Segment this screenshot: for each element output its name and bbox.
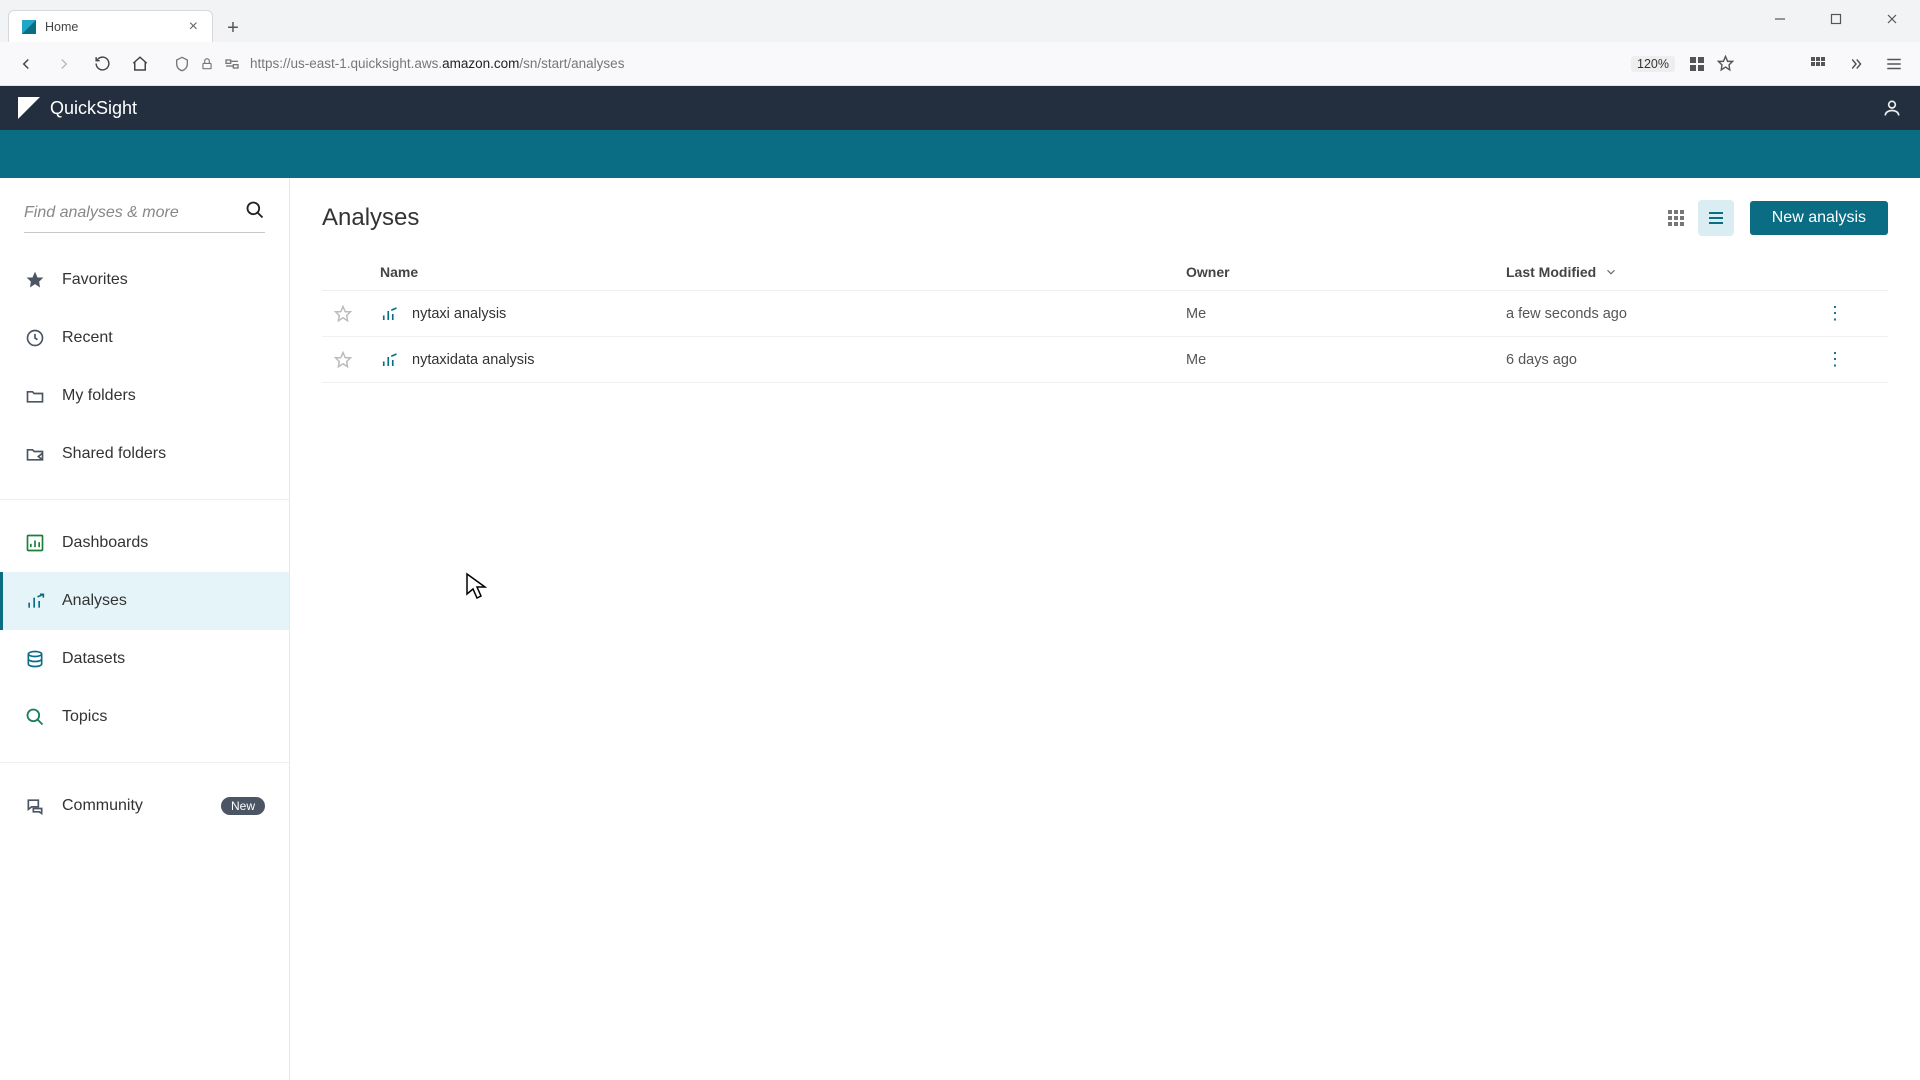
community-icon bbox=[24, 795, 46, 817]
window-maximize-button[interactable] bbox=[1808, 0, 1864, 38]
favorite-toggle-icon[interactable] bbox=[334, 351, 380, 369]
extensions-icon[interactable] bbox=[1804, 50, 1832, 78]
nav-back-button[interactable] bbox=[12, 50, 40, 78]
datasets-icon bbox=[24, 648, 46, 670]
sidebar-item-label: Community bbox=[62, 797, 205, 815]
shield-icon bbox=[174, 56, 190, 72]
topics-icon bbox=[24, 706, 46, 728]
column-header-owner[interactable]: Owner bbox=[1186, 264, 1506, 280]
row-actions-menu-icon[interactable]: ⋮ bbox=[1826, 349, 1844, 369]
sidebar-item-recent[interactable]: Recent bbox=[0, 309, 289, 367]
sidebar-item-shared-folders[interactable]: Shared folders bbox=[0, 425, 289, 483]
new-tab-button[interactable]: + bbox=[219, 14, 247, 42]
favorite-toggle-icon[interactable] bbox=[334, 305, 380, 323]
list-view-button[interactable] bbox=[1698, 200, 1734, 236]
column-header-modified[interactable]: Last Modified bbox=[1506, 264, 1826, 280]
url-bar[interactable]: https://us-east-1.quicksight.aws.amazon.… bbox=[164, 48, 1744, 80]
nav-forward-button[interactable] bbox=[50, 50, 78, 78]
browser-tab[interactable]: Home × bbox=[8, 10, 213, 42]
page-title: Analyses bbox=[322, 204, 419, 232]
shared-folder-icon bbox=[24, 443, 46, 465]
hamburger-menu-icon[interactable] bbox=[1880, 50, 1908, 78]
window-close-button[interactable] bbox=[1864, 0, 1920, 38]
grid-view-button[interactable] bbox=[1658, 200, 1694, 236]
analysis-name: nytaxi analysis bbox=[412, 306, 506, 322]
user-profile-icon[interactable] bbox=[1882, 98, 1902, 118]
overflow-icon[interactable] bbox=[1842, 50, 1870, 78]
window-minimize-button[interactable] bbox=[1752, 0, 1808, 38]
analysis-item-icon bbox=[380, 305, 398, 323]
analysis-owner: Me bbox=[1186, 306, 1506, 322]
dashboard-icon bbox=[24, 532, 46, 554]
analysis-modified: 6 days ago bbox=[1506, 352, 1826, 368]
table-row[interactable]: nytaxi analysis Me a few seconds ago ⋮ bbox=[322, 291, 1888, 337]
zoom-level[interactable]: 120% bbox=[1631, 56, 1675, 72]
search-input[interactable] bbox=[24, 198, 265, 228]
sidebar-item-label: Recent bbox=[62, 329, 265, 347]
analyses-table: Name Owner Last Modified bbox=[322, 254, 1888, 383]
sidebar-item-community[interactable]: Community New bbox=[0, 777, 289, 835]
sidebar: Favorites Recent My folders bbox=[0, 178, 290, 1080]
sidebar-item-dashboards[interactable]: Dashboards bbox=[0, 514, 289, 572]
analysis-name: nytaxidata analysis bbox=[412, 352, 535, 368]
analyses-icon bbox=[24, 590, 46, 612]
sidebar-item-topics[interactable]: Topics bbox=[0, 688, 289, 746]
analysis-item-icon bbox=[380, 351, 398, 369]
row-actions-menu-icon[interactable]: ⋮ bbox=[1826, 303, 1844, 323]
table-row[interactable]: nytaxidata analysis Me 6 days ago ⋮ bbox=[322, 337, 1888, 383]
main-content: Analyses New analysis bbox=[290, 178, 1920, 1080]
reader-view-icon[interactable] bbox=[1689, 56, 1705, 72]
search-icon[interactable] bbox=[245, 200, 265, 220]
nav-home-button[interactable] bbox=[126, 50, 154, 78]
sidebar-item-label: Dashboards bbox=[62, 534, 265, 552]
sidebar-item-label: My folders bbox=[62, 387, 265, 405]
browser-tab-strip: Home × + bbox=[0, 0, 1920, 42]
bookmark-star-icon[interactable] bbox=[1717, 55, 1734, 72]
tab-favicon-icon bbox=[21, 19, 37, 35]
chevron-down-icon bbox=[1604, 265, 1618, 279]
quicksight-logo-text: QuickSight bbox=[50, 98, 137, 119]
analysis-owner: Me bbox=[1186, 352, 1506, 368]
sidebar-item-analyses[interactable]: Analyses bbox=[0, 572, 289, 630]
new-badge: New bbox=[221, 797, 265, 815]
url-text: https://us-east-1.quicksight.aws.amazon.… bbox=[250, 56, 1621, 71]
app-subheader bbox=[0, 130, 1920, 178]
sidebar-item-label: Shared folders bbox=[62, 445, 265, 463]
new-analysis-button[interactable]: New analysis bbox=[1750, 201, 1888, 235]
sidebar-item-my-folders[interactable]: My folders bbox=[0, 367, 289, 425]
sidebar-item-label: Favorites bbox=[62, 271, 265, 289]
column-header-name[interactable]: Name bbox=[380, 264, 1186, 280]
sidebar-item-label: Topics bbox=[62, 708, 265, 726]
lock-icon bbox=[200, 57, 214, 71]
analysis-modified: a few seconds ago bbox=[1506, 306, 1826, 322]
sidebar-item-label: Datasets bbox=[62, 650, 265, 668]
tab-title: Home bbox=[45, 20, 177, 34]
star-filled-icon bbox=[24, 269, 46, 291]
tab-close-button[interactable]: × bbox=[185, 19, 202, 35]
clock-icon bbox=[24, 327, 46, 349]
quicksight-logo[interactable]: QuickSight bbox=[18, 97, 137, 119]
browser-address-bar: https://us-east-1.quicksight.aws.amazon.… bbox=[0, 42, 1920, 86]
sidebar-item-datasets[interactable]: Datasets bbox=[0, 630, 289, 688]
folder-icon bbox=[24, 385, 46, 407]
nav-reload-button[interactable] bbox=[88, 50, 116, 78]
permissions-icon bbox=[224, 56, 240, 72]
sidebar-item-favorites[interactable]: Favorites bbox=[0, 251, 289, 309]
app-header: QuickSight bbox=[0, 86, 1920, 130]
quicksight-logo-icon bbox=[18, 97, 40, 119]
sidebar-item-label: Analyses bbox=[62, 592, 265, 610]
